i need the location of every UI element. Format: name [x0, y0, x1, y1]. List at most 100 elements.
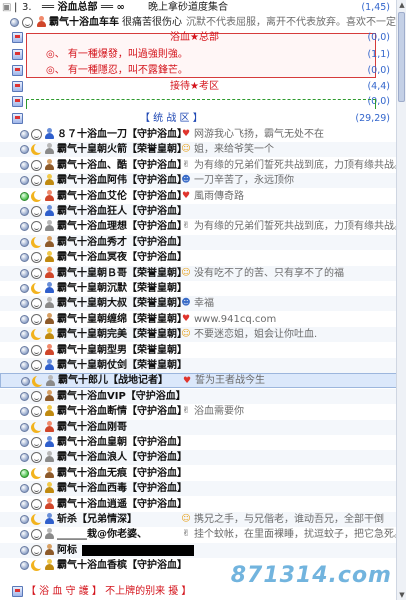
server-header[interactable]: ▣ | 3. ══ 浴血总部 ══ ∞ 晚上拿砂道度集合 (1,45) [0, 0, 406, 15]
user-name: 斩杀【兄弟情深】 [57, 514, 137, 525]
channel-row[interactable]: 接待★考区 (4,4) [0, 79, 406, 94]
smile-icon [31, 452, 42, 463]
channel-row[interactable]: 浴血★总部 (0,0) [0, 30, 406, 45]
user-row[interactable]: ______栽@你老婆、 ✌ 挂个蚊帐，在里面裸睡，扰逗蚊子，把它急死。 [0, 527, 406, 542]
user-message: 网游我心飞扬，霸气无处不在 [194, 129, 324, 140]
user-row[interactable]: 阿标 [0, 543, 406, 558]
user-row[interactable]: 霸气十皇朝型男【荣誉皇朝】 [0, 343, 406, 358]
user-row[interactable]: 霸气十浴血VIP【守护浴血】 [0, 389, 406, 404]
avatar [44, 251, 55, 263]
user-row[interactable]: 霸气十浴血西毒【守护浴血】 [0, 481, 406, 496]
channel-row[interactable]: 【 统 战 区 】 (29,29) [0, 111, 406, 126]
user-row[interactable]: 霸气十浴血逍遥【守护浴血】 [0, 497, 406, 512]
avatar [44, 528, 55, 540]
user-row[interactable]: 霸气十浴血皇朝【守护浴血】 [0, 435, 406, 450]
avatar [44, 513, 55, 525]
user-row[interactable]: 霸气十浴血无痕【守护浴血】 [0, 466, 406, 481]
avatar [44, 128, 55, 140]
status-icon [20, 515, 29, 524]
user-name: 霸气十浴血VIP【守护浴血】 [57, 391, 186, 402]
smile-icon [31, 129, 42, 140]
user-row[interactable]: 霸气十皇朝大叔【荣誉皇朝】 ☻ 幸福 [0, 296, 406, 311]
user-row[interactable]: 霸气十浴血理想【守护浴血】 ✌ 为有缘的兄弟们誓死共战到底，力顶有缘共战。 [0, 219, 406, 234]
user-row[interactable]: 霸气十浴血阿伟【守护浴血】 ☻ 一刀辛苦了，永远顶你 [0, 173, 406, 188]
status-icon [21, 377, 30, 386]
user-row[interactable]: 霸气十皇朝仗剑【荣誉皇朝】 [0, 358, 406, 373]
avatar [44, 436, 55, 448]
smile-icon [31, 175, 42, 186]
emoticon-icon: ☻ [181, 175, 191, 185]
avatar [44, 282, 55, 294]
user-row[interactable]: 霸气十浴血、酷【守护浴血】 ✌ 为有缘的兄弟们誓死共战到底，力顶有缘共战。 [0, 158, 406, 173]
user-row[interactable]: 霸气十浴血冥夜【守护浴血】 [0, 250, 406, 265]
user-row[interactable]: 霸气十浴血狂人【守护浴血】 [0, 204, 406, 219]
user-row[interactable]: 斩杀【兄弟情深】 ☺ 携兄之手，与兄偕老，谁动吾兄，全部干倒 [0, 512, 406, 527]
user-name: 霸气十浴血逍遥【守护浴血】 [57, 499, 187, 510]
channel-count: (1,1) [367, 49, 390, 60]
status-icon [20, 299, 29, 308]
status-icon [10, 18, 19, 27]
admin-name: 霸气十浴血车车 [49, 17, 119, 28]
moon-icon [31, 143, 44, 155]
moon-icon [31, 421, 44, 433]
user-name: 霸气十浴血阿伟【守护浴血】 [57, 175, 187, 186]
user-name: 霸气十浴血秀才【守护浴血】 [57, 237, 187, 248]
redacted-block [82, 545, 194, 556]
status-icon [20, 530, 29, 539]
emoticon-icon: ☺ [181, 144, 191, 154]
moon-icon [31, 190, 44, 202]
scroll-thumb[interactable] [398, 12, 405, 102]
emoticon-icon: ♥ [181, 191, 191, 201]
status-icon [20, 161, 29, 170]
scroll-up-icon[interactable]: ▲ [397, 0, 406, 10]
user-row[interactable]: 霸气十浴血浪人【守护浴血】 [0, 450, 406, 465]
channel-row[interactable]: ◎、 有一種爆發，叫過強則強。 (1,1) [0, 47, 406, 62]
user-message: 幸福 [194, 298, 214, 309]
user-row[interactable]: 霸气十皇朝缠绵【荣誉皇朝】 ♥ www.941cq.com [0, 312, 406, 327]
user-row[interactable]: 霸气十郎儿【战地记者】 ♥ 誓为王者战今生 [0, 373, 406, 388]
user-name: 霸气十浴血理想【守护浴血】 [57, 221, 187, 232]
admin-row[interactable]: 霸气十浴血车车 很痛苦很伤心 沉默不代表屈服，离开不代表放弃。喜欢不一定 [0, 15, 406, 30]
user-message: 为有缘的兄弟们誓死共战到底，力顶有缘共战。 [194, 221, 404, 232]
avatar [44, 205, 55, 217]
user-row[interactable]: 霸气十皇朝火箭【荣誉皇朝】 ☺ 姐，来给爷笑一个 [0, 142, 406, 157]
scroll-down-icon[interactable]: ▼ [397, 590, 406, 600]
smile-icon [31, 437, 42, 448]
user-row[interactable]: ８７十浴血一刀【守护浴血】 ♥ 网游我心飞扬，霸气无处不在 [0, 127, 406, 142]
avatar [44, 344, 55, 356]
user-message: 一刀辛苦了，永远顶你 [194, 175, 294, 186]
user-row[interactable]: 霸气十浴血刚哥 [0, 420, 406, 435]
channel-icon [12, 65, 23, 76]
avatar [44, 498, 55, 510]
user-message: 浴血需要你 [194, 406, 244, 417]
user-row[interactable]: 霸气十浴血秀才【守护浴血】 [0, 235, 406, 250]
smile-icon [31, 160, 42, 171]
user-row[interactable]: 霸气十浴血艾伦【守护浴血】 ♥ 風雨傳奇路 [0, 189, 406, 204]
smile-icon [31, 268, 42, 279]
avatar [44, 313, 55, 325]
user-name: 霸气十皇朝仗剑【荣誉皇朝】 [57, 360, 187, 371]
channel-row[interactable]: ◎、 有一種隱忍，叫不露鋒芒。 (0,0) [0, 63, 406, 78]
avatar [44, 390, 55, 402]
moon-icon [31, 513, 44, 525]
avatar [44, 297, 55, 309]
scrollbar[interactable]: ▲ ▼ [396, 0, 406, 600]
status-icon [20, 207, 29, 216]
smile-icon [31, 298, 42, 309]
tree-expander[interactable]: ▣ [2, 0, 11, 15]
avatar [44, 559, 55, 571]
user-row[interactable]: 霸气十浴血断情【守护浴血】 ✌ 浴血需要你 [0, 404, 406, 419]
server-count: (1,45) [361, 2, 390, 13]
user-row[interactable]: 霸气十皇朝沉默【荣誉皇朝】 [0, 281, 406, 296]
avatar [44, 467, 55, 479]
status-icon [20, 453, 29, 462]
avatar [44, 267, 55, 279]
moon-icon [31, 559, 44, 571]
status-icon [20, 145, 29, 154]
user-row[interactable]: 霸气十皇朝完美【荣誉皇朝】 ☺ 不要迷恋姐，姐会让你吐血. [0, 327, 406, 342]
emoticon-icon: ✌ [182, 160, 190, 170]
smile-icon [31, 252, 42, 263]
moon-icon [31, 236, 44, 248]
avatar [44, 236, 55, 248]
user-row[interactable]: 霸气十皇朝Ｂ哥【荣誉皇朝】 ☺ 没有吃不了的苦、只有享不了的福 [0, 266, 406, 281]
